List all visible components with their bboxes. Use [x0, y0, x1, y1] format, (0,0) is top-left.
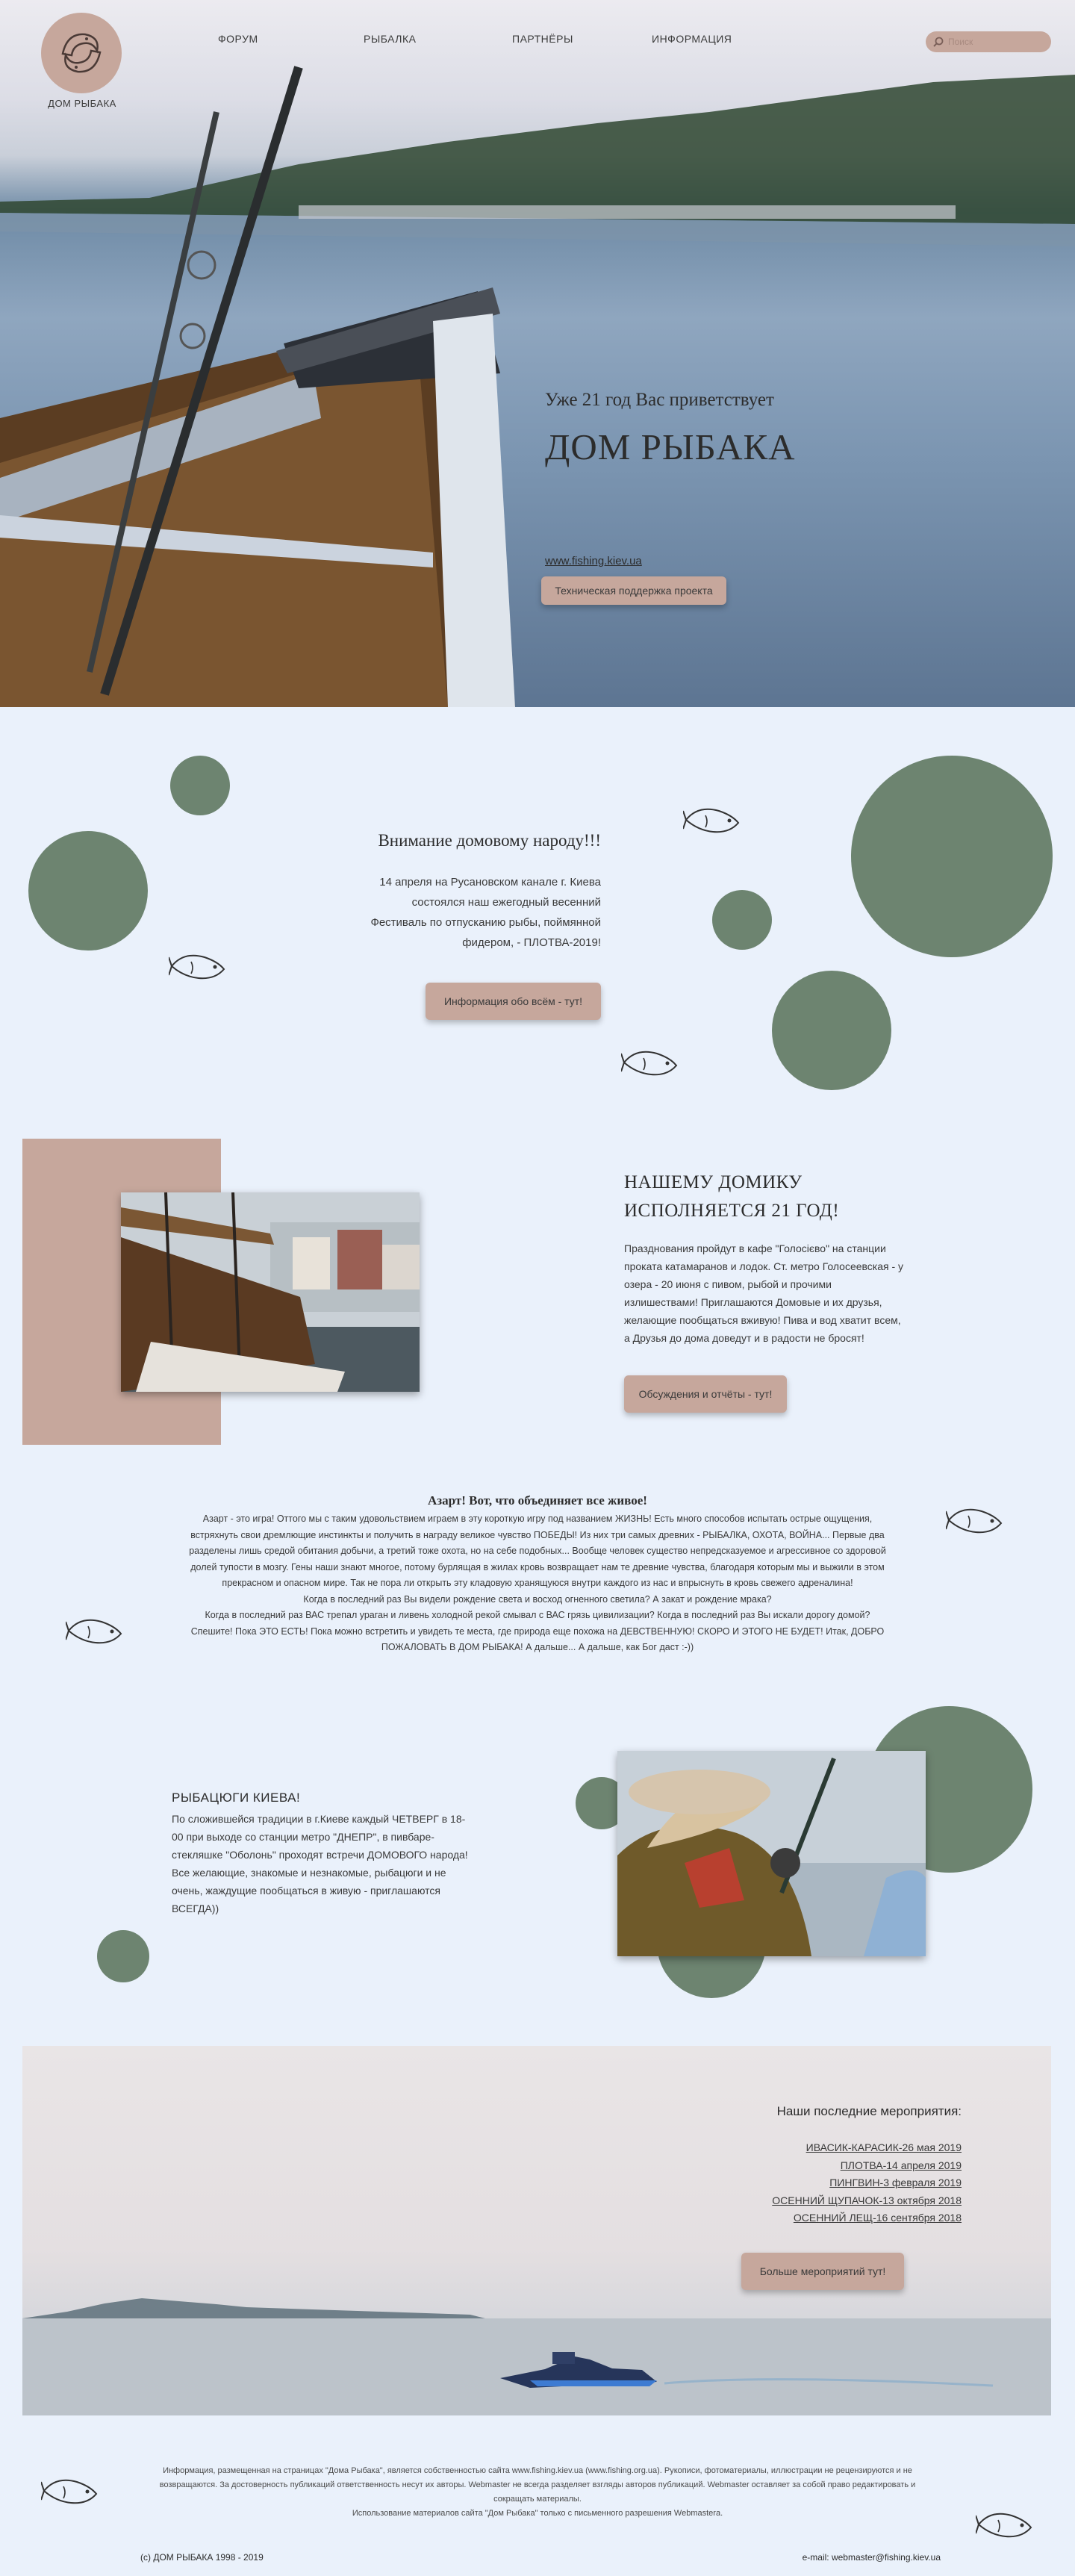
- harbor-photo: [121, 1192, 420, 1392]
- anniversary-title: НАШЕМУ ДОМИКУ ИСПОЛНЯЕТСЯ 21 ГОД!: [624, 1169, 839, 1225]
- tech-support-button[interactable]: Техническая поддержка проекта: [541, 576, 726, 605]
- nav-item-info[interactable]: ИНФОРМАЦИЯ: [652, 33, 732, 45]
- events-title: Наши последние мероприятия:: [776, 2104, 962, 2118]
- festival-line: фидером, - ПЛОТВА-2019!: [462, 936, 601, 949]
- event-link[interactable]: ИВАСИК-КАРАСИК-26 мая 2019: [772, 2139, 962, 2157]
- fisherman-photo: [617, 1751, 926, 1956]
- meetings-text: По сложившейся традиции в г.Киеве каждый…: [172, 1813, 468, 1914]
- meetings-title: РЫБАЦЮГИ КИЕВА!: [172, 1791, 301, 1805]
- fish-icon: [41, 2479, 98, 2504]
- passion-line: Когда в последний раз ВАС трепал ураган …: [205, 1610, 870, 1620]
- fish-logo-icon: [41, 13, 122, 93]
- footer-line: Информация, размещенная на страницах "До…: [163, 2466, 912, 2475]
- decor-circle: [97, 1930, 149, 1982]
- search-icon: [933, 37, 944, 47]
- footer-line: возвращаются. За достоверность публикаци…: [159, 2480, 916, 2489]
- hero-subtitle: Уже 21 год Вас приветствует: [545, 390, 774, 410]
- event-link[interactable]: ПИНГВИН-3 февраля 2019: [772, 2174, 962, 2192]
- passion-line: Когда в последний раз Вы видели рождение…: [303, 1593, 772, 1605]
- fish-icon: [976, 2513, 1032, 2538]
- passion-title: Азарт! Вот, что объединяет все живое!: [428, 1493, 647, 1508]
- nav-item-forum[interactable]: ФОРУМ: [218, 33, 258, 45]
- reports-button[interactable]: Обсуждения и отчёты - тут!: [624, 1375, 787, 1413]
- passion-text: Азарт - это игра! Оттого мы с таким удов…: [153, 1511, 922, 1656]
- passion-line: разделены лишь средой обитания добычи, а…: [189, 1546, 886, 1556]
- festival-line: 14 апреля на Русановском канале г. Киева: [379, 876, 601, 889]
- passion-line: ПОЖАЛОВАТЬ В ДОМ РЫБАКА! А дальше... А д…: [381, 1642, 694, 1652]
- nav-item-fishing[interactable]: РЫБАЛКА: [364, 33, 416, 45]
- festival-line: Фестиваль по отпусканию рыбы, поймянной: [370, 916, 601, 929]
- festival-text: 14 апреля на Русановском канале г. Киева…: [299, 872, 601, 953]
- festival-info-button[interactable]: Информация обо всём - тут!: [426, 983, 601, 1020]
- hero-title: ДОМ РЫБАКА: [545, 426, 796, 467]
- decor-circle: [170, 756, 230, 815]
- more-events-button[interactable]: Больше мероприятий тут!: [741, 2253, 904, 2290]
- passion-line: Азарт - это игра! Оттого мы с таким удов…: [202, 1513, 873, 1524]
- site-link[interactable]: www.fishing.kiev.ua: [545, 555, 642, 567]
- decor-circle: [712, 890, 772, 950]
- event-link[interactable]: ПЛОТВА-14 апреля 2019: [772, 2157, 962, 2175]
- passion-line: прекрасном и опасном мире. Так не пора л…: [222, 1578, 853, 1588]
- anniversary-title-line: НАШЕМУ ДОМИКУ: [624, 1172, 803, 1192]
- logo-text: ДОМ РЫБАКА: [48, 98, 116, 109]
- search-input[interactable]: [948, 37, 1045, 47]
- anniversary-text: Празднования пройдут в кафе "Голосієво" …: [624, 1242, 904, 1344]
- fish-icon: [169, 954, 225, 980]
- footer-email[interactable]: e-mail: webmaster@fishing.kiev.ua: [803, 2552, 941, 2563]
- passion-line: долей тупости в мозгу. Гены наши знают м…: [190, 1561, 885, 1572]
- hero-section: ДОМ РЫБАКА ФОРУМ РЫБАЛКА ПАРТНЁРЫ ИНФОРМ…: [0, 0, 1075, 707]
- festival-line: состоялся наш ежегодный весенний: [411, 896, 601, 909]
- decor-circle: [28, 831, 148, 951]
- passion-line: встряхнуть свои дремлющие инстинкты и по…: [190, 1529, 885, 1540]
- events-list: ИВАСИК-КАРАСИК-26 мая 2019 ПЛОТВА-14 апр…: [772, 2139, 962, 2227]
- copyright: (c) ДОМ РЫБАКА 1998 - 2019: [140, 2552, 264, 2563]
- event-link[interactable]: ОСЕННИЙ ЩУПАЧОК-13 октября 2018: [772, 2192, 962, 2210]
- footer-line: Использование материалов сайта "Дом Рыба…: [352, 2509, 723, 2518]
- footer-disclaimer: Информация, размещенная на страницах "До…: [134, 2464, 941, 2521]
- search-box[interactable]: [926, 31, 1051, 52]
- decor-circle: [772, 971, 891, 1090]
- nav-item-partners[interactable]: ПАРТНЁРЫ: [512, 33, 573, 45]
- anniversary-title-line: ИСПОЛНЯЕТСЯ 21 ГОД!: [624, 1201, 840, 1221]
- fish-icon: [946, 1508, 1003, 1534]
- festival-title: Внимание домовому народу!!!: [378, 831, 601, 850]
- event-link[interactable]: ОСЕННИЙ ЛЕЩ-16 сентября 2018: [772, 2209, 962, 2227]
- sea-landscape: [22, 2298, 1051, 2415]
- fish-icon: [621, 1051, 678, 1076]
- events-banner: Наши последние мероприятия: ИВАСИК-КАРАС…: [22, 2046, 1051, 2415]
- fish-icon: [66, 1619, 122, 1644]
- site-logo[interactable]: ДОМ РЫБАКА: [41, 13, 123, 109]
- passion-line: Спешите! Пока ЭТО ЕСТЬ! Пока можно встре…: [190, 1625, 885, 1637]
- main-nav: ФОРУМ РЫБАЛКА ПАРТНЁРЫ ИНФОРМАЦИЯ: [0, 33, 1075, 51]
- footer-line: сокращать материалы.: [493, 2495, 582, 2504]
- decor-circle: [851, 756, 1053, 957]
- fish-icon: [683, 808, 740, 833]
